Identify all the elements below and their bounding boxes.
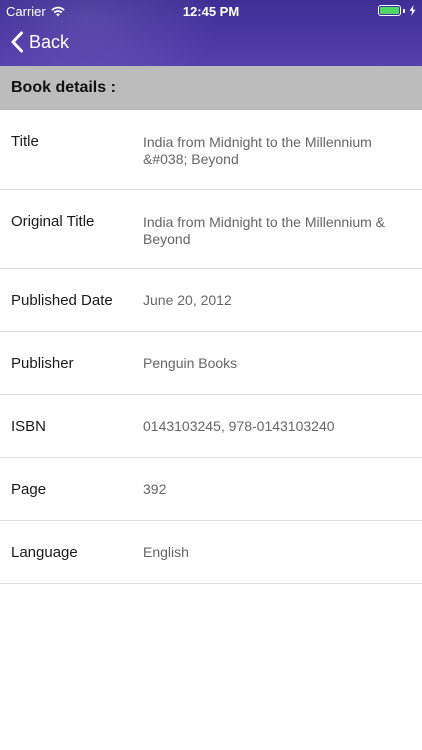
detail-value: English [143, 543, 189, 560]
detail-label: Language [11, 543, 78, 561]
detail-row-page: Page 392 [0, 458, 422, 521]
detail-row-title: Title India from Midnight to the Millenn… [0, 110, 422, 190]
header-bar: Carrier 12:45 PM Back [0, 0, 422, 66]
detail-value: 392 [143, 480, 167, 497]
battery-fill [380, 7, 399, 14]
detail-value: Penguin Books [143, 354, 238, 371]
charging-bolt-icon [409, 5, 416, 16]
chevron-left-icon [11, 31, 23, 53]
detail-value: 0143103245, 978-0143103240 [143, 417, 335, 434]
detail-value: India from Midnight to the Millennium & … [143, 214, 385, 247]
detail-label: Title [11, 133, 39, 150]
detail-label: Page [11, 480, 47, 498]
detail-row-published-date: Published Date June 20, 2012 [0, 269, 422, 332]
status-time: 12:45 PM [182, 4, 240, 19]
section-title: Book details : [11, 79, 116, 96]
detail-row-isbn: ISBN 0143103245, 978-0143103240 [0, 395, 422, 458]
back-label: Back [29, 31, 70, 52]
detail-row-original-title: Original Title India from Midnight to th… [0, 190, 422, 269]
battery-indicator [378, 5, 416, 16]
app-screen: Carrier 12:45 PM Back Book details: Tit… [0, 0, 422, 750]
detail-value: India from Midnight to the Millennium &#… [143, 134, 372, 167]
back-button[interactable]: Back [10, 31, 69, 53]
details-list: Title India from Midnight to the Millenn… [0, 110, 422, 584]
status-bar: Carrier 12:45 PM [0, 0, 422, 22]
detail-row-language: Language English [0, 521, 422, 584]
detail-label: Original Title [11, 213, 95, 230]
detail-value: June 20, 2012 [143, 291, 232, 308]
battery-icon [378, 5, 401, 16]
detail-label: Publisher [11, 354, 74, 372]
detail-row-publisher: Publisher Penguin Books [0, 332, 422, 395]
navigation-bar: Back [0, 22, 422, 66]
section-header: Book details : [0, 66, 422, 110]
battery-tip [403, 8, 405, 13]
detail-label: Published Date [11, 291, 113, 309]
detail-label: ISBN [11, 417, 47, 435]
